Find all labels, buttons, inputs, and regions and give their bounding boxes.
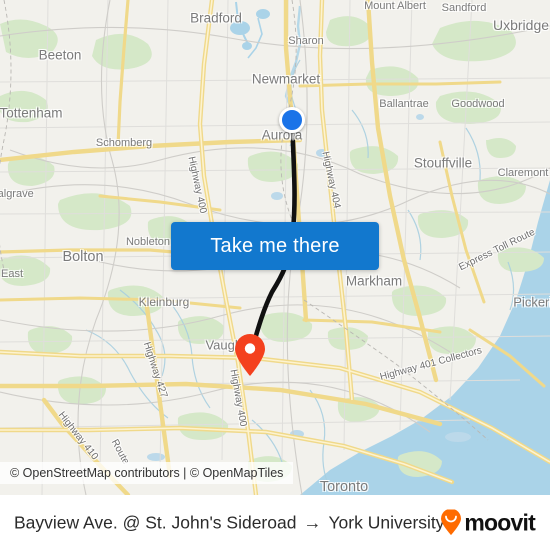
arrow-right-icon: → [303,512,322,533]
attribution-text: © OpenStreetMap contributors | © OpenMap… [10,466,284,480]
origin-marker[interactable] [279,107,305,133]
origin-label: Bayview Ave. @ St. John's Sideroad [14,512,297,532]
moovit-pin-icon [441,509,462,535]
take-me-there-button[interactable]: Take me there [171,222,379,270]
route-summary: Bayview Ave. @ St. John's Sideroad → Yor… [14,512,445,533]
map-attribution[interactable]: © OpenStreetMap contributors | © OpenMap… [0,462,294,484]
destination-label: York University [328,512,445,532]
moovit-route-widget: Bradford Mount Albert Sandford Uxbridge Beet… [0,0,550,550]
brand-wordmark: moovit [464,509,535,535]
map-canvas[interactable]: Bradford Mount Albert Sandford Uxbridge Beet… [0,0,550,495]
footer-bar: Bayview Ave. @ St. John's Sideroad → Yor… [0,495,550,550]
destination-marker[interactable] [233,333,267,377]
moovit-logo[interactable]: moovit [440,509,536,536]
